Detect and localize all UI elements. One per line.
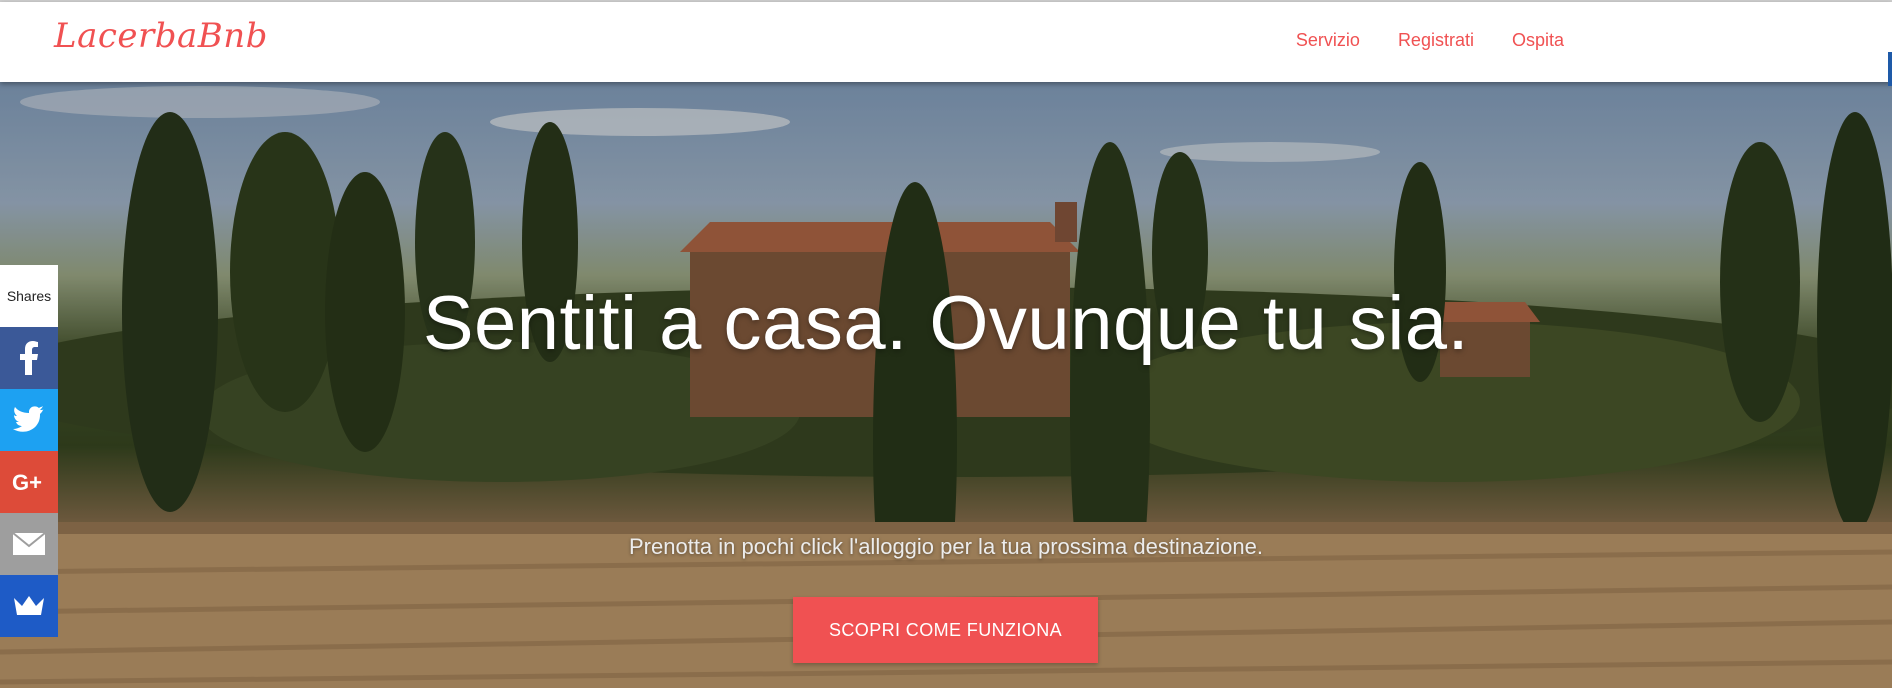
hero-title: Sentiti a casa. Ovunque tu sia. [422, 281, 1470, 366]
nav-menu: Servizio Registrati Ospita [1296, 30, 1564, 51]
social-share-bar: Shares G+ [0, 265, 58, 637]
nav-item-servizio[interactable]: Servizio [1296, 30, 1360, 51]
facebook-icon [20, 341, 38, 375]
hero-section: Sentiti a casa. Ovunque tu sia. Prenotta… [0, 82, 1892, 688]
more-share-button[interactable] [0, 575, 58, 637]
email-share-button[interactable] [0, 513, 58, 575]
email-icon [12, 532, 46, 555]
google-plus-icon: G+ [12, 470, 42, 494]
nav-item-registrati[interactable]: Registrati [1398, 30, 1474, 51]
facebook-share-button[interactable] [0, 327, 58, 389]
navbar: LacerbaBnb Servizio Registrati Ospita [0, 2, 1892, 82]
hero-subtitle: Prenotta in pochi click l'alloggio per l… [629, 534, 1263, 559]
twitter-icon [13, 406, 44, 432]
svg-text:G+: G+ [12, 470, 42, 494]
shares-label: Shares [0, 265, 58, 327]
google-plus-share-button[interactable]: G+ [0, 451, 58, 513]
nav-item-ospita[interactable]: Ospita [1512, 30, 1564, 51]
crown-icon [14, 596, 44, 615]
scroll-edge-marker [1888, 52, 1892, 86]
discover-how-it-works-button[interactable]: SCOPRI COME FUNZIONA [793, 597, 1098, 663]
twitter-share-button[interactable] [0, 389, 58, 451]
brand-logo[interactable]: LacerbaBnb [54, 16, 268, 56]
